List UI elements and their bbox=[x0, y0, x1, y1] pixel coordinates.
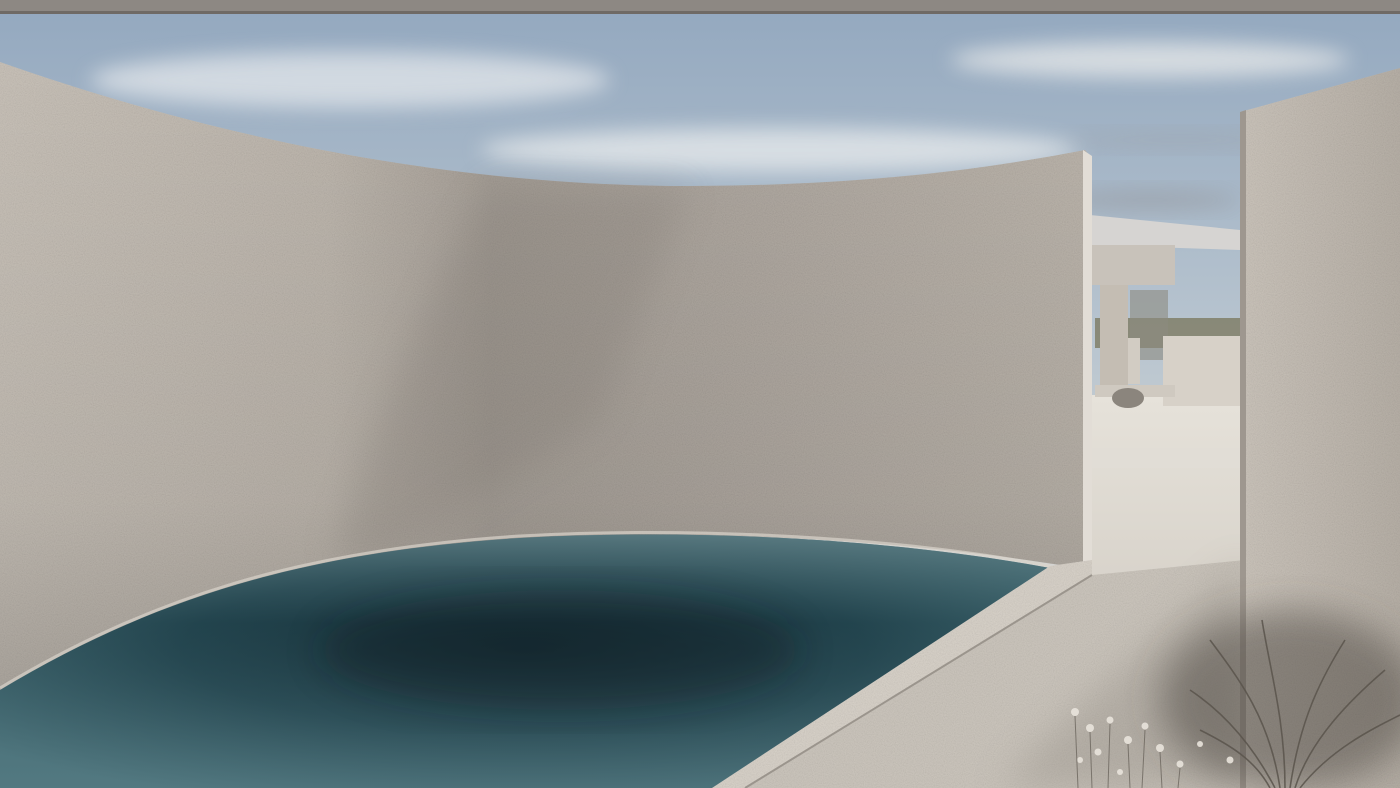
wall-edge bbox=[1083, 150, 1092, 566]
scene-svg bbox=[0, 0, 1400, 788]
architectural-render bbox=[0, 0, 1400, 788]
